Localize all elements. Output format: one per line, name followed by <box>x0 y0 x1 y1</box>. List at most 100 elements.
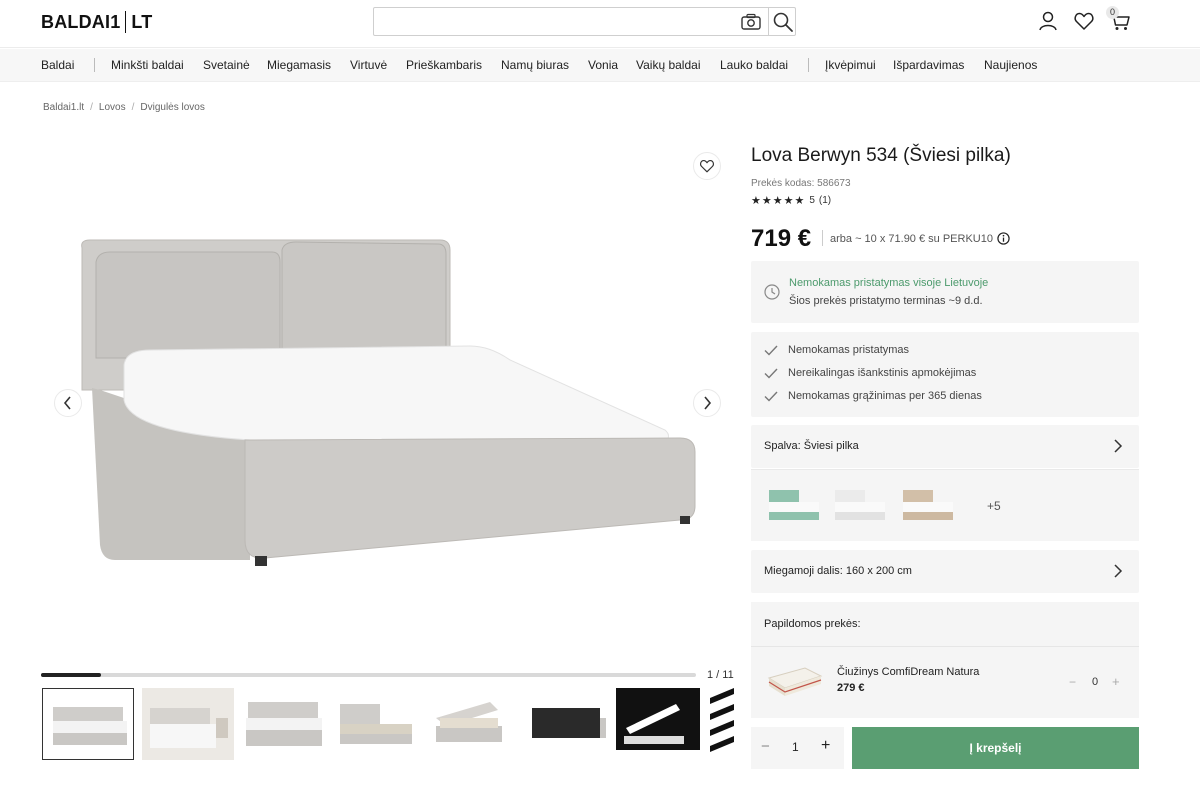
site-logo[interactable]: BALDAI1 LT <box>41 11 152 33</box>
thumbnail-1[interactable] <box>42 688 134 760</box>
breadcrumb-separator: / <box>90 102 93 113</box>
perk-label: Nemokamas pristatymas <box>788 344 910 356</box>
perk-item: Nereikalingas išankstinis apmokėjimas <box>764 367 976 379</box>
heart-icon[interactable] <box>1073 10 1095 32</box>
thumbnail-3[interactable] <box>238 688 330 760</box>
thumbnail-8[interactable] <box>710 688 734 760</box>
nav-item-vonia[interactable]: Vonia <box>588 58 618 72</box>
breadcrumb: Baldai1.lt / Lovos / Dvigulės lovos <box>43 102 205 113</box>
nav-item-lauko-baldai[interactable]: Lauko baldai <box>720 58 788 72</box>
check-icon <box>764 345 778 356</box>
add-to-cart-button[interactable]: Į krepšelį <box>852 727 1139 769</box>
main-nav: Baldai Minkšti baldai Svetainė Miegamasi… <box>0 49 1200 82</box>
chevron-left-icon <box>63 396 71 410</box>
breadcrumb-separator: / <box>131 102 135 113</box>
thumbnail-6[interactable] <box>526 688 618 760</box>
check-icon <box>764 368 778 379</box>
addon-increase-button[interactable]: + <box>1112 674 1120 689</box>
divider <box>751 646 1139 647</box>
color-selector[interactable]: Spalva: Šviesi pilka <box>751 425 1139 468</box>
nav-item-svetaine[interactable]: Svetainė <box>203 58 250 72</box>
product-main-image[interactable] <box>40 140 735 670</box>
clock-icon <box>764 284 780 300</box>
color-swatch-white[interactable] <box>831 484 889 524</box>
chevron-right-icon <box>704 396 712 410</box>
info-icon[interactable] <box>997 232 1010 245</box>
camera-search-icon[interactable] <box>740 13 762 31</box>
nav-item-naujienos[interactable]: Naujienos <box>984 58 1037 72</box>
chevron-right-icon <box>1114 439 1123 453</box>
breadcrumb-dviguoles-lovos[interactable]: Dvigulės lovos <box>140 102 204 113</box>
nav-item-prieskambaris[interactable]: Prieškambaris <box>406 58 482 72</box>
product-price: 719 € <box>751 225 812 252</box>
nav-separator <box>94 58 95 72</box>
nav-item-virtuve[interactable]: Virtuvė <box>350 58 387 72</box>
logo-text-left: BALDAI1 <box>41 11 121 32</box>
color-label: Spalva: Šviesi pilka <box>764 440 859 452</box>
quantity-value[interactable]: 1 <box>792 740 799 754</box>
installment-info: arba ~ 10 x 71.90 € su PERKU10 <box>830 232 1010 245</box>
gallery-progress-fill <box>41 673 101 677</box>
nav-separator <box>808 58 809 72</box>
thumbnail-2[interactable] <box>142 688 234 760</box>
logo-text-right: LT <box>131 11 153 32</box>
user-icon[interactable] <box>1037 10 1059 32</box>
additional-products: Papildomos prekės: Čiužinys ComfiDream N… <box>751 602 1139 718</box>
nav-item-ispardavimas[interactable]: Išpardavimas <box>893 58 964 72</box>
thumbnail-4[interactable] <box>334 688 426 760</box>
quantity-increase-button[interactable]: + <box>821 737 830 755</box>
quantity-decrease-button[interactable]: − <box>761 738 770 755</box>
thumbnail-7[interactable] <box>616 688 708 760</box>
more-colors-link[interactable]: +5 <box>987 499 1001 513</box>
rating-count: (1) <box>818 195 832 206</box>
addon-decrease-button[interactable]: − <box>1069 675 1076 689</box>
product-sku: Prekės kodas: 586673 <box>751 178 851 189</box>
thumbnail-5[interactable] <box>430 688 522 760</box>
color-swatches: +5 <box>751 469 1139 541</box>
perk-item: Nemokamas pristatymas <box>764 344 909 356</box>
nav-item-vaiku-baldai[interactable]: Vaikų baldai <box>636 58 701 72</box>
perk-item: Nemokamas grąžinimas per 365 dienas <box>764 390 982 402</box>
quantity-stepper: − 1 + <box>751 727 844 769</box>
nav-item-baldai[interactable]: Baldai <box>41 58 74 72</box>
nav-item-namu-biuras[interactable]: Namų biuras <box>501 58 569 72</box>
breadcrumb-lovos[interactable]: Lovos <box>99 102 126 113</box>
gallery-counter: 1 / 11 <box>707 669 734 681</box>
search-icon[interactable] <box>772 11 794 33</box>
search-box <box>373 7 796 36</box>
gallery-thumbnails <box>42 688 734 760</box>
color-swatch-beige[interactable] <box>899 484 957 524</box>
perk-label: Nereikalingas išankstinis apmokėjimas <box>788 367 977 379</box>
cart-count-badge: 0 <box>1106 6 1119 19</box>
search-input[interactable] <box>374 8 734 35</box>
perks-box: Nemokamas pristatymas Nereikalingas išan… <box>751 332 1139 417</box>
site-header: BALDAI1 LT 0 <box>0 0 1200 48</box>
gallery-next-button[interactable] <box>693 389 721 417</box>
product-rating[interactable]: ★★★★★ 5 (1) <box>751 194 831 207</box>
nav-item-minksti-baldai[interactable]: Minkšti baldai <box>111 58 184 72</box>
addon-quantity: 0 <box>1092 676 1099 688</box>
check-icon <box>764 391 778 402</box>
search-divider <box>768 8 769 35</box>
addon-price: 279 € <box>837 682 865 694</box>
star-icons: ★★★★★ <box>751 195 806 207</box>
size-label: Miegamoji dalis: 160 x 200 cm <box>764 565 912 577</box>
delivery-term: Šios prekės pristatymo terminas ~9 d.d. <box>789 295 983 307</box>
perk-label: Nemokamas grąžinimas per 365 dienas <box>788 390 982 402</box>
gallery-prev-button[interactable] <box>54 389 82 417</box>
mattress-image[interactable] <box>765 660 823 704</box>
breadcrumb-home[interactable]: Baldai1.lt <box>43 102 84 113</box>
addon-name[interactable]: Čiužinys ComfiDream Natura <box>837 666 979 678</box>
delivery-headline: Nemokamas pristatymas visoje Lietuvoje <box>789 277 989 289</box>
nav-item-ikvepimui[interactable]: Įkvėpimui <box>825 58 876 72</box>
size-selector[interactable]: Miegamoji dalis: 160 x 200 cm <box>751 550 1139 593</box>
installment-text: arba ~ 10 x 71.90 € su PERKU10 <box>830 232 993 245</box>
add-to-wishlist-button[interactable] <box>693 152 721 180</box>
nav-item-miegamasis[interactable]: Miegamasis <box>267 58 331 72</box>
additional-products-heading: Papildomos prekės: <box>764 618 861 630</box>
chevron-right-icon <box>1114 564 1123 578</box>
gallery-progress-bar <box>41 673 696 677</box>
heart-icon <box>700 159 714 173</box>
price-divider <box>822 230 823 246</box>
color-swatch-green[interactable] <box>765 484 823 524</box>
